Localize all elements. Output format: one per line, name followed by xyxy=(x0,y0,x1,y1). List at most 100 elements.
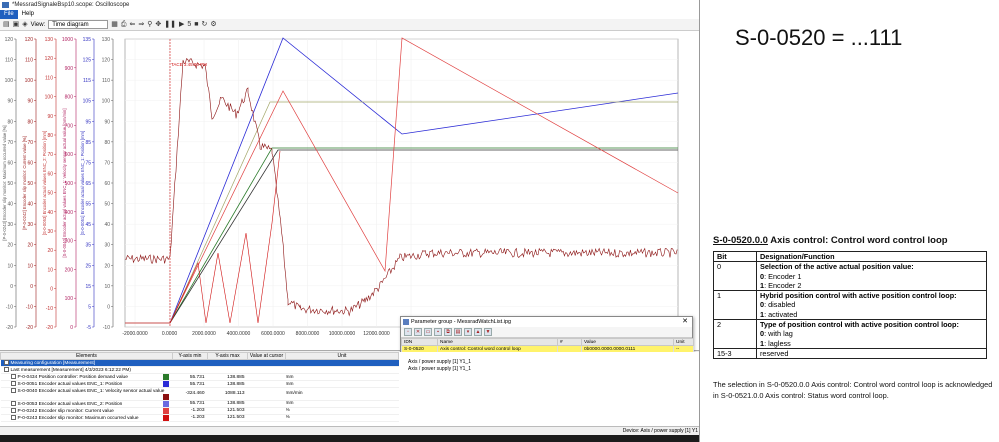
new-icon[interactable]: ▫ xyxy=(404,328,412,336)
y-tick-label: 35 xyxy=(85,243,91,249)
signal-color-swatch[interactable] xyxy=(162,414,169,421)
close-icon[interactable]: ✕ xyxy=(682,317,688,327)
signal-row[interactable]: S-0-0053 Encoder actual values ENC_2: Po… xyxy=(0,400,399,408)
signal-color-swatch[interactable] xyxy=(162,374,169,380)
save-icon[interactable]: ▣ xyxy=(13,20,20,30)
y-tick-label: 80 xyxy=(104,140,110,146)
bit-row: 2 Type of position control with active po… xyxy=(713,319,987,349)
bit-rows: 0 Selection of the active actual position… xyxy=(713,261,987,360)
open-icon[interactable]: ▤ xyxy=(3,20,10,30)
y-tick-label: 1000 xyxy=(62,37,73,43)
col-cursor[interactable]: Value at cursor xyxy=(247,352,286,360)
y-tick-label: 100 xyxy=(25,78,34,84)
checkbox[interactable] xyxy=(3,367,9,373)
dialog-toolbar: ▫ ✕ ▭ ▪ ⧉ ▤ ▾ ▲ ▼ xyxy=(401,327,692,338)
checkbox[interactable] xyxy=(10,407,16,413)
up-icon[interactable]: ▲ xyxy=(474,328,482,336)
stop-icon[interactable]: ■ xyxy=(194,20,198,30)
col-ymax[interactable]: Y-axis max xyxy=(207,352,248,360)
y-tick-label: 120 xyxy=(102,58,111,64)
down-icon[interactable]: ▼ xyxy=(484,328,492,336)
save-icon[interactable]: ▪ xyxy=(434,328,442,336)
col-elements[interactable]: Elements xyxy=(0,352,173,360)
doc-note: The selection in S-0-0520.0.0 Axis contr… xyxy=(713,380,993,400)
y-tick-label: 80 xyxy=(27,119,33,125)
signal-color-swatch[interactable] xyxy=(162,400,169,407)
col-ymin[interactable]: Y-axis min xyxy=(172,352,208,360)
y-tick-label: 30 xyxy=(47,229,53,235)
signal-name-cell: S-0-0051 Encoder actual values ENC_1: Po… xyxy=(0,380,173,388)
signal-row[interactable]: Last measurement [Measurement] 4/3/2023 … xyxy=(0,366,399,374)
view-select-value: Time diagram xyxy=(52,22,89,28)
time-diagram[interactable]: 120 110 100 90 80 70 60 50 40 30 20 10 0 -10 -20 [P-0-0… xyxy=(0,31,699,426)
bit-table: Bit Designation/Function 0 Selection of t… xyxy=(713,250,987,360)
y-tick-label: 110 xyxy=(25,58,33,64)
signal-row[interactable]: P-0-0242 Encoder slip monitor: Current v… xyxy=(0,407,399,415)
copy-icon[interactable]: ⧉ xyxy=(444,328,452,336)
dialog-titlebar: Parameter group - MessradWatchList.ipg ✕ xyxy=(401,317,692,327)
y-tick-label: 65 xyxy=(85,181,91,187)
play-count: 5 xyxy=(187,20,192,28)
signal-color-swatch[interactable] xyxy=(162,381,169,387)
col-hash[interactable]: # xyxy=(557,338,582,346)
x-tick-label: 8000.0000 xyxy=(296,331,320,337)
checkbox[interactable] xyxy=(10,400,16,406)
back-icon[interactable]: ⇐ xyxy=(129,20,135,30)
col-unit[interactable]: Unit xyxy=(285,352,399,360)
signal-color-swatch[interactable] xyxy=(162,407,169,414)
dialog-icon xyxy=(403,319,409,325)
menu-help[interactable]: Help xyxy=(18,10,38,19)
checkbox[interactable] xyxy=(10,414,16,420)
settings-icon[interactable]: ⚙ xyxy=(210,20,216,30)
open-icon[interactable]: ▭ xyxy=(424,328,432,336)
delete-icon[interactable]: ✕ xyxy=(414,328,422,336)
bit-function: Type of position control with active pos… xyxy=(756,319,987,349)
checkbox[interactable] xyxy=(10,374,16,379)
signal-max: 138.885 xyxy=(207,400,248,408)
signal-color-swatch[interactable] xyxy=(162,393,169,400)
y-tick-label: 100 xyxy=(45,95,54,101)
x-tick-label: 0.0000 xyxy=(162,331,178,337)
pan-icon[interactable]: ✥ xyxy=(155,20,161,30)
paste-icon[interactable]: ▤ xyxy=(454,328,462,336)
signal-cursor xyxy=(247,359,286,367)
play-icon[interactable]: ▶ xyxy=(179,20,184,30)
bit-option-text: : activated xyxy=(764,309,798,319)
signal-row[interactable]: S-0-0051 Encoder actual values ENC_1: Po… xyxy=(0,380,399,388)
signal-row[interactable]: P-0-0243 Encoder slip monitor: Maximum o… xyxy=(0,414,399,422)
col-idn[interactable]: IDN xyxy=(401,338,438,346)
zoom-icon[interactable]: ⚲ xyxy=(147,20,152,30)
checkbox[interactable] xyxy=(3,360,9,366)
signal-row[interactable]: S-0-0040 Encoder actual values ENC_1: Ve… xyxy=(0,387,399,401)
checkbox[interactable] xyxy=(10,381,16,386)
signal-row[interactable]: P-0-0434 Position controller: Position d… xyxy=(0,373,399,381)
col-value[interactable]: Value xyxy=(581,338,674,346)
export-icon[interactable]: ⎙ xyxy=(121,20,127,30)
y-tick-label: 50 xyxy=(7,181,13,187)
y-axis-title: [P-0-0243] Encoder slip monitor: Maximum… xyxy=(2,125,7,240)
col-name[interactable]: Name xyxy=(437,338,558,346)
y-tick-label: 0 xyxy=(70,325,73,331)
bit-function: Hybrid position control with active posi… xyxy=(756,290,987,321)
menu-file[interactable]: File xyxy=(0,10,18,19)
pause-icon[interactable]: ❚❚ xyxy=(164,20,176,30)
y-tick-label: 130 xyxy=(102,37,111,43)
y-tick-label: 10 xyxy=(27,263,33,269)
bit-option: 1: activated xyxy=(760,310,983,319)
forward-icon[interactable]: ⇒ xyxy=(138,20,144,30)
col-unit[interactable]: Unit xyxy=(673,338,694,346)
y-tick-label: 0 xyxy=(30,284,33,290)
view-select[interactable]: Time diagram xyxy=(48,20,109,29)
checkbox[interactable] xyxy=(10,388,16,393)
signal-row[interactable]: Measuring configuration [Measurement] xyxy=(0,359,399,367)
refresh-icon[interactable]: ↻ xyxy=(201,20,207,30)
y-axis-title: [S-0-0053] Encoder actual values ENC_2: … xyxy=(42,131,47,235)
signal-unit: mm/min xyxy=(285,387,399,401)
window-title: *MessradSignaleBsp10.scope: Oscilloscope xyxy=(12,2,130,8)
y-tick-label: -20 xyxy=(26,325,33,331)
y-tick-label: -10 xyxy=(46,306,53,312)
filter-icon[interactable]: ▾ xyxy=(464,328,472,336)
grid-icon[interactable]: ▦ xyxy=(111,20,118,30)
signal-min: 55.731 xyxy=(172,400,208,408)
x-tick-label: 4000.0000 xyxy=(227,331,251,337)
